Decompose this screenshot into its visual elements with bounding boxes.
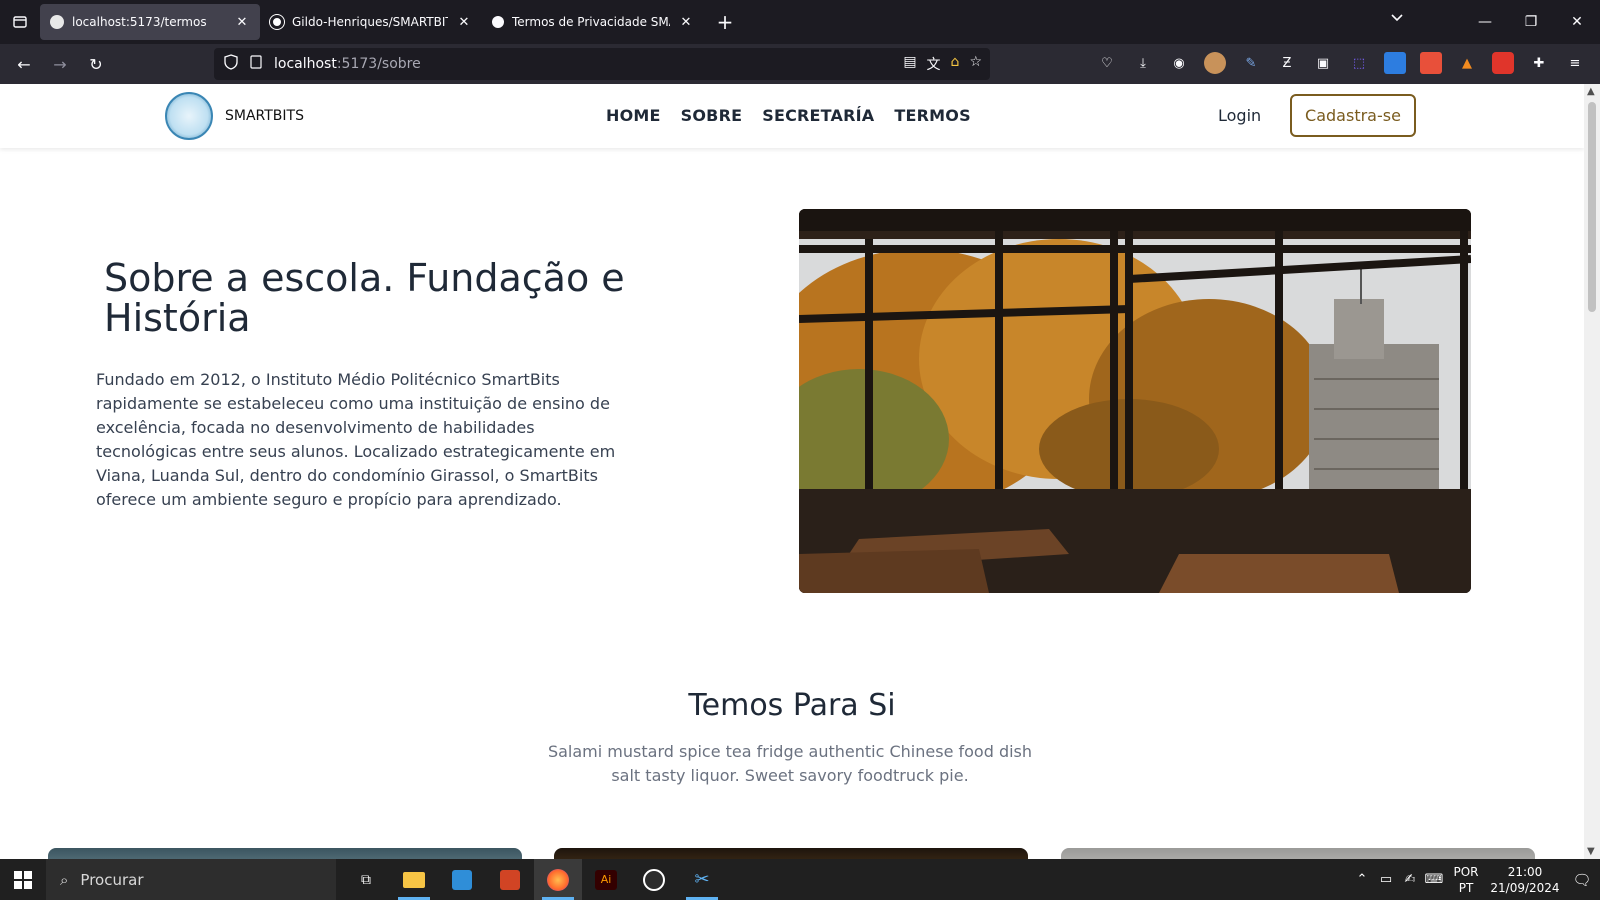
classroom-window-photo xyxy=(799,209,1471,593)
extension-toolbar: ♡ ⤓ ◉ ✎ Ƶ ▣ ⬚ ▲ ✚ ≡ xyxy=(1096,52,1586,74)
site-header: SMARTBITS HOME SOBRE SECRETARÍA TERMOS L… xyxy=(0,84,1584,148)
browser-tab-bar: localhost:5173/termos ✕ Gildo-Henriques/… xyxy=(0,0,1600,44)
browser-tab-3[interactable]: Termos de Privacidade SMARTB ✕ xyxy=(482,4,704,40)
scrollbar-thumb[interactable] xyxy=(1588,102,1596,312)
search-placeholder: Procurar xyxy=(80,870,144,889)
reload-icon[interactable]: ↻ xyxy=(78,46,114,82)
brand-name[interactable]: SMARTBITS xyxy=(225,108,304,124)
list-all-tabs-chevron-icon[interactable] xyxy=(1390,12,1404,27)
docs-extension-icon[interactable] xyxy=(1384,52,1406,74)
windows-taskbar: ⌕ Procurar ⧉ Ai ✂ ⌃ ▭ ✍ ⌨ POR PT 21:00 2… xyxy=(0,859,1600,900)
translate-icon[interactable]: 文 xyxy=(927,54,941,74)
window-controls: — ❐ ✕ xyxy=(1462,0,1600,44)
windows-start-icon[interactable] xyxy=(0,859,46,900)
bookmark-star-icon[interactable]: ☆ xyxy=(969,54,982,74)
minimize-icon[interactable]: — xyxy=(1462,0,1508,44)
menu-hamburger-icon[interactable]: ≡ xyxy=(1564,52,1586,74)
media-player-icon[interactable] xyxy=(630,859,678,900)
scroll-down-arrow-icon[interactable]: ▼ xyxy=(1587,846,1595,857)
page-scrollbar[interactable]: ▲ ▼ xyxy=(1584,84,1600,859)
feature-card-image[interactable] xyxy=(48,848,522,859)
input-language[interactable]: POR PT xyxy=(1446,864,1486,896)
signup-button[interactable]: Cadastra-se xyxy=(1290,94,1416,137)
zotero-icon[interactable]: Ƶ xyxy=(1276,52,1298,74)
notes-extension-icon[interactable] xyxy=(1420,52,1442,74)
selection-extension-icon[interactable]: ⬚ xyxy=(1348,52,1370,74)
reader-view-icon[interactable]: ▤ xyxy=(903,54,916,74)
login-link[interactable]: Login xyxy=(1218,106,1261,125)
pocket-icon[interactable]: ♡ xyxy=(1096,52,1118,74)
clock[interactable]: 21:00 21/09/2024 xyxy=(1486,864,1564,896)
close-tab-icon[interactable]: ✕ xyxy=(234,15,250,30)
tab-title: localhost:5173/termos xyxy=(72,15,207,29)
vscode-icon[interactable] xyxy=(438,859,486,900)
keyboard-icon[interactable]: ⌨ xyxy=(1422,872,1446,887)
notifications-icon[interactable]: 🗨 xyxy=(1564,871,1600,889)
extensions-puzzle-icon[interactable]: ✚ xyxy=(1528,52,1550,74)
menu-item-sobre[interactable]: SOBRE xyxy=(681,106,743,125)
shield-icon[interactable] xyxy=(224,54,238,74)
language-code: POR xyxy=(1453,864,1479,879)
browser-nav-bar: ← → ↻ localhost:5173/sobre ▤ 文 ⌂ ☆ ♡ ⤓ ◉… xyxy=(0,44,1600,84)
page-favicon-icon xyxy=(50,15,64,29)
hero-text: Fundado em 2012, o Instituto Médio Polit… xyxy=(96,370,616,509)
browser-tab-2[interactable]: Gildo-Henriques/SMARTBITS: P ✕ xyxy=(260,4,482,40)
system-tray: ⌃ ▭ ✍ ⌨ POR PT 21:00 21/09/2024 🗨 xyxy=(1350,859,1600,900)
hero-title: Sobre a escola. Fundação e História xyxy=(104,256,625,340)
forward-arrow-icon[interactable]: → xyxy=(42,46,78,82)
feature-card-image[interactable] xyxy=(554,848,1028,859)
record-extension-icon[interactable] xyxy=(1492,52,1514,74)
close-tab-icon[interactable]: ✕ xyxy=(678,15,694,30)
page-icon xyxy=(250,55,262,73)
account-icon[interactable]: ◉ xyxy=(1168,52,1190,74)
scroll-up-arrow-icon[interactable]: ▲ xyxy=(1587,86,1595,97)
extension-avatar-icon[interactable] xyxy=(1204,52,1226,74)
browser-tab-1[interactable]: localhost:5173/termos ✕ xyxy=(40,4,260,40)
task-view-icon[interactable]: ⧉ xyxy=(342,859,390,900)
restore-icon[interactable]: ❐ xyxy=(1508,0,1554,44)
tab-list-icon[interactable] xyxy=(0,0,40,44)
page-viewport: SMARTBITS HOME SOBRE SECRETARÍA TERMOS L… xyxy=(0,84,1584,859)
openai-favicon-icon xyxy=(492,16,504,28)
clock-time: 21:00 xyxy=(1507,864,1543,879)
address-bar[interactable]: localhost:5173/sobre ▤ 文 ⌂ ☆ xyxy=(214,48,990,80)
firefox-icon[interactable] xyxy=(534,859,582,900)
menu-item-home[interactable]: HOME xyxy=(606,106,661,125)
tab-title: Gildo-Henriques/SMARTBITS: P xyxy=(292,15,448,29)
camera-icon[interactable]: ▭ xyxy=(1374,872,1398,887)
downloads-icon[interactable]: ⤓ xyxy=(1132,52,1154,74)
smartbits-logo[interactable] xyxy=(165,92,213,140)
new-tab-button[interactable]: + xyxy=(710,7,740,37)
show-hidden-icons-chevron-icon[interactable]: ⌃ xyxy=(1350,872,1374,887)
url-host: localhost xyxy=(274,56,337,72)
home-icon[interactable]: ⌂ xyxy=(951,54,960,74)
github-favicon-icon xyxy=(270,15,284,29)
clock-date: 21/09/2024 xyxy=(1490,880,1560,895)
url-path: :5173/sobre xyxy=(336,56,421,72)
snipping-tool-icon[interactable]: ✂ xyxy=(678,859,726,900)
pen-extension-icon[interactable]: ✎ xyxy=(1240,52,1262,74)
file-explorer-icon[interactable] xyxy=(390,859,438,900)
back-arrow-icon[interactable]: ← xyxy=(6,46,42,82)
close-tab-icon[interactable]: ✕ xyxy=(456,15,472,30)
tab-title: Termos de Privacidade SMARTB xyxy=(512,15,670,29)
menu-item-termos[interactable]: TERMOS xyxy=(894,106,970,125)
close-window-icon[interactable]: ✕ xyxy=(1554,0,1600,44)
search-icon: ⌕ xyxy=(60,870,69,889)
taskbar-apps: ⧉ Ai ✂ xyxy=(342,859,726,900)
section-title: Temos Para Si xyxy=(688,688,896,723)
powerpoint-icon[interactable] xyxy=(486,859,534,900)
section-subtitle: Salami mustard spice tea fridge authenti… xyxy=(547,742,1033,785)
main-menu: HOME SOBRE SECRETARÍA TERMOS xyxy=(606,106,971,125)
taskbar-search[interactable]: ⌕ Procurar xyxy=(46,859,336,900)
orange-extension-icon[interactable]: ▲ xyxy=(1456,52,1478,74)
region-code: PT xyxy=(1458,880,1474,895)
pen-icon[interactable]: ✍ xyxy=(1398,872,1422,887)
feature-card-image[interactable] xyxy=(1061,848,1535,859)
screenshot-icon[interactable]: ▣ xyxy=(1312,52,1334,74)
illustrator-icon[interactable]: Ai xyxy=(582,859,630,900)
menu-item-secretaria[interactable]: SECRETARÍA xyxy=(762,106,874,125)
url-action-icons: ▤ 文 ⌂ ☆ xyxy=(903,54,982,74)
